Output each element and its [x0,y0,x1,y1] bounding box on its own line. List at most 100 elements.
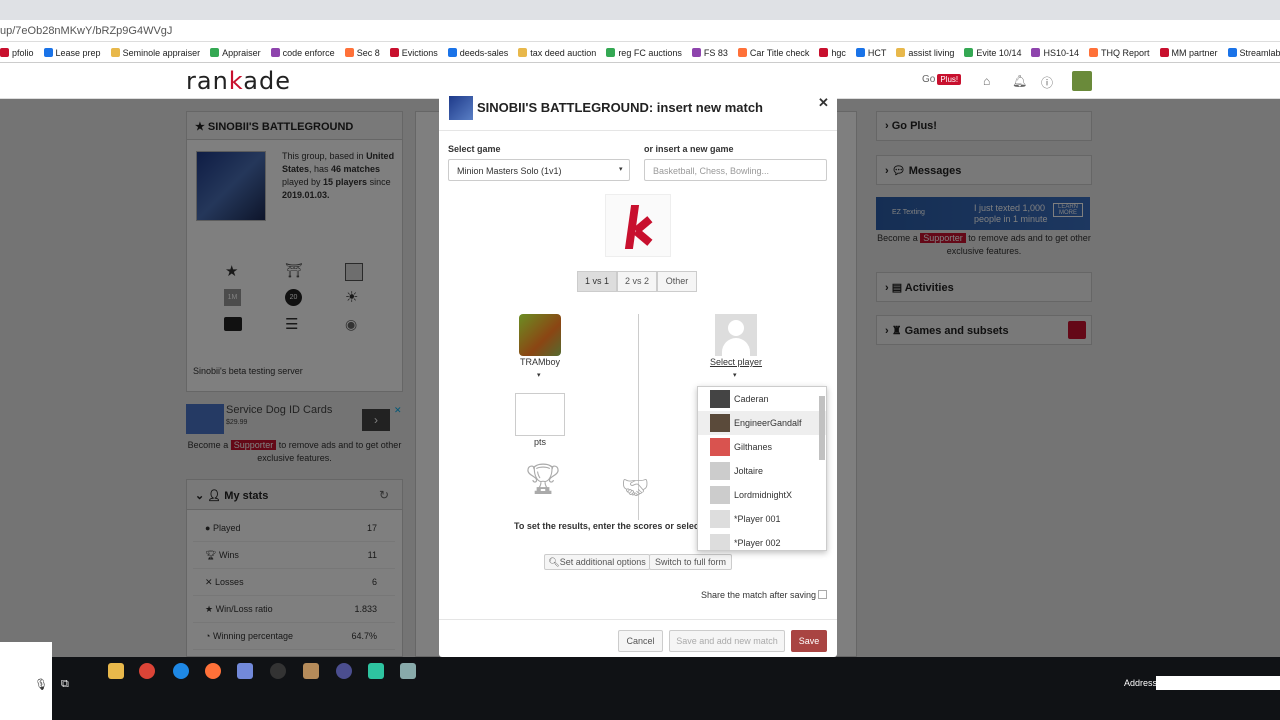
bookmark-label: HS10-14 [1043,47,1079,58]
handshake-icon[interactable]: 🤝︎ [621,475,649,501]
tramboy-avatar[interactable] [519,314,561,356]
chrome-icon[interactable] [139,663,155,679]
trophy-icon[interactable]: 🏆︎ [524,462,562,497]
save-and-new-button[interactable]: Save and add new match [669,630,785,652]
address-bar[interactable]: up/7eOb28nMKwY/bRZp9G4WVgJ [0,20,1280,42]
bookmark-19[interactable]: Streamlabs [1227,42,1280,62]
bookmark-label: Evite 10/14 [976,47,1022,58]
bookmark-icon [447,48,457,57]
task-view-icon[interactable]: ⧉ [61,678,69,691]
rankade-logo[interactable]: rankade [186,67,291,95]
player-option[interactable]: *Player 001 [698,507,826,531]
modal-title: SINOBII'S BATTLEGROUND: insert new match [477,100,763,115]
bookmark-label: pfolio [12,47,34,58]
close-icon[interactable]: ✕ [818,95,829,111]
app-icon[interactable] [303,663,319,679]
dropdown-scrollbar[interactable] [819,396,825,460]
player-avatar [710,438,730,456]
bookmark-16[interactable]: HS10-14 [1031,42,1079,62]
player-dropdown[interactable]: Caderan EngineerGandalf Gilthanes Joltaire L… [697,386,827,551]
game-select[interactable]: Minion Masters Solo (1v1) ▾ [448,159,630,181]
bookmark-icon [43,48,53,57]
player-option[interactable]: LordmidnightX [698,483,826,507]
go-plus-link[interactable]: Go Plus! [922,74,962,85]
bookmark-icon [819,48,829,57]
notepad-icon[interactable] [400,663,416,679]
save-button[interactable]: Save [791,630,827,652]
bookmark-7[interactable]: deeds-sales [447,42,508,62]
share-checkbox[interactable] [818,590,827,599]
insert-match-modal: SINOBII'S BATTLEGROUND: insert new match… [439,85,837,657]
mode-tab-0[interactable]: 1 vs 1 [577,271,617,292]
file-explorer-icon[interactable] [108,663,124,679]
bookmark-label: HCT [867,47,887,58]
bookmark-icon [210,48,220,57]
bookmark-1[interactable]: Lease prep [43,42,101,62]
player1-caret-icon[interactable]: ▾ [537,371,541,379]
bookmark-icon [110,48,120,57]
full-form-button[interactable]: Switch to full form [649,554,732,570]
player-option-label: *Player 001 [734,514,781,524]
bookmark-label: assist living [908,47,955,58]
bookmark-11[interactable]: Car Title check [737,42,809,62]
bookmark-2[interactable]: Seminole appraiser [110,42,200,62]
bookmark-label: FS 83 [703,47,728,58]
bookmark-3[interactable]: Appraiser [210,42,261,62]
share-label: Share the match after saving [701,590,817,600]
additional-options-button[interactable]: 🔍︎Set additional options [544,554,650,570]
bookmark-13[interactable]: HCT [855,42,887,62]
bookmark-5[interactable]: Sec 8 [344,42,380,62]
address-toolbar-label: Address [1124,678,1158,688]
bookmark-10[interactable]: FS 83 [691,42,728,62]
bookmark-6[interactable]: Evictions [389,42,438,62]
player-option[interactable]: Gilthanes [698,435,826,459]
bookmark-0[interactable]: pfolio [0,42,34,62]
mode-tab-1[interactable]: 2 vs 2 [617,271,657,292]
bookmark-15[interactable]: Evite 10/14 [964,42,1022,62]
bookmark-label: hgc [831,47,846,58]
pts-label: pts [533,437,546,447]
bookmark-12[interactable]: hgc [819,42,846,62]
bookmark-18[interactable]: MM partner [1159,42,1218,62]
terminal-icon[interactable] [368,663,384,679]
bookmark-icon [737,48,747,57]
player-option[interactable]: Joltaire [698,459,826,483]
placeholder-avatar[interactable] [715,314,757,356]
bookmark-8[interactable]: tax deed auction [518,42,597,62]
player-option[interactable]: EngineerGandalf [698,411,826,435]
bookmark-9[interactable]: reg FC auctions [606,42,682,62]
footer-divider [439,619,837,620]
player-avatar [710,534,730,550]
user-avatar[interactable] [1072,71,1092,91]
bookmark-label: tax deed auction [530,47,597,58]
edge-icon[interactable] [173,663,189,679]
mode-tab-2[interactable]: Other [657,271,697,292]
group-thumb [449,96,473,120]
player2-caret-icon[interactable]: ▾ [733,371,737,379]
firefox-icon[interactable] [205,663,221,679]
player1-name[interactable]: TRAMboy [497,357,583,367]
home-icon[interactable]: ⌂ [983,74,990,88]
bookmark-label: Lease prep [55,47,101,58]
bookmark-14[interactable]: assist living [896,42,955,62]
streamlabs-icon[interactable] [336,663,352,679]
address-toolbar-input[interactable] [1156,676,1280,690]
discord-icon[interactable] [237,663,253,679]
bookmark-label: Streamlabs [1239,47,1280,58]
player-option[interactable]: Caderan [698,387,826,411]
player-avatar [710,462,730,480]
bookmark-icon [0,48,9,57]
microphone-icon[interactable]: 🎙︎ [34,678,48,691]
cancel-button[interactable]: Cancel [618,630,663,652]
new-game-input[interactable]: Basketball, Chess, Bowling... [644,159,827,181]
info-icon[interactable]: ⓘ [1041,74,1053,91]
bookmark-17[interactable]: THQ Report [1088,42,1150,62]
select-player-link[interactable]: Select player [689,357,783,367]
bookmark-icon [270,48,280,57]
bookmark-4[interactable]: code enforce [270,42,335,62]
score-input[interactable] [515,393,565,436]
bell-icon[interactable]: 🔔︎ [1012,74,1027,88]
obs-icon[interactable] [270,663,286,679]
mode-tabs: 1 vs 12 vs 2 Other [577,271,697,292]
player-option[interactable]: *Player 002 [698,531,826,550]
